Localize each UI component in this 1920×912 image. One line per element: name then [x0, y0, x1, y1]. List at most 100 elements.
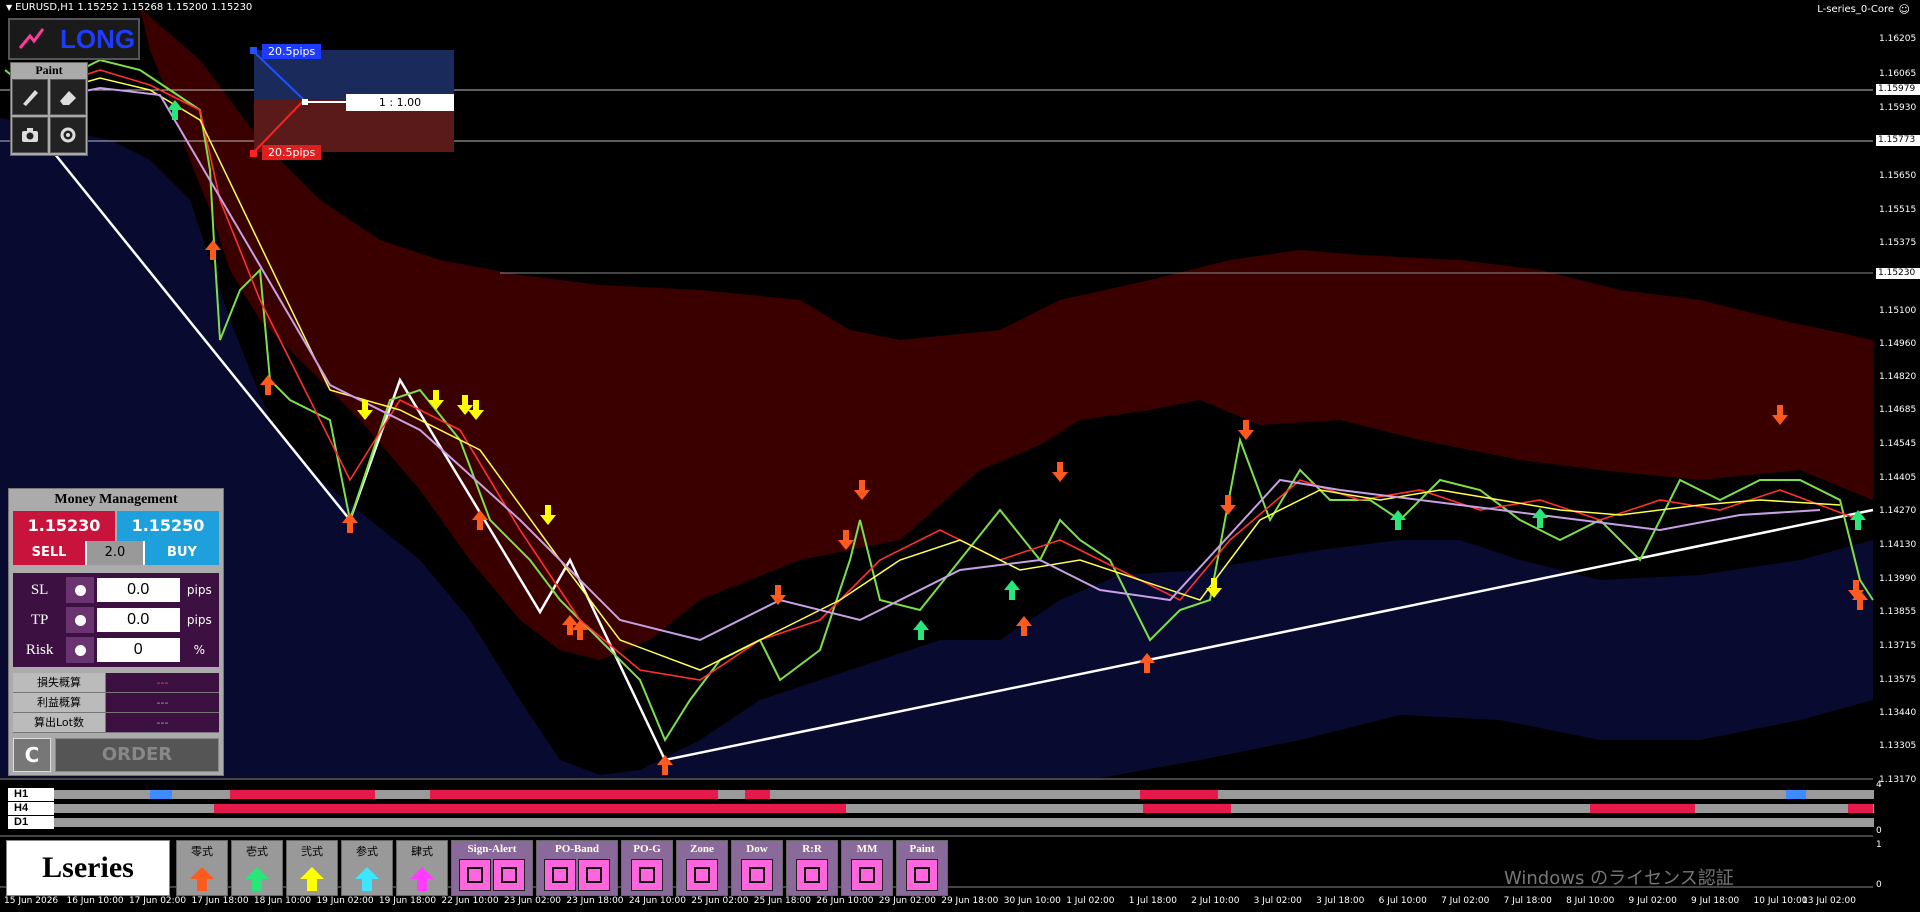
settings-icon[interactable] [50, 117, 86, 153]
tp-radio[interactable] [66, 607, 94, 633]
price-line-label: 1.15773 [1876, 135, 1920, 146]
tool-button-dow[interactable]: Dow [731, 840, 783, 896]
flag-band-icon [544, 859, 576, 891]
time-tick-label: 8 Jul 10:00 [1566, 896, 1615, 906]
subwindow2-max: 1 [1876, 840, 1882, 850]
mm-inputs: SL 0.0 pips TP 0.0 pips Risk 0 % [13, 573, 219, 667]
time-tick-label: 16 Jun 10:00 [66, 896, 124, 906]
pencil-icon[interactable] [12, 79, 48, 115]
tool-button-zone[interactable]: Zone [676, 840, 728, 896]
tool-button-po-band[interactable]: PO-Band [536, 840, 618, 896]
time-tick-label: 9 Jul 02:00 [1628, 896, 1677, 906]
tool-button-r-r[interactable]: R:R [786, 840, 838, 896]
sl-radio[interactable] [66, 577, 94, 603]
price-axis[interactable]: 1.162051.160651.159301.157901.156501.155… [1873, 0, 1920, 912]
green-arrow-icon [243, 865, 271, 897]
risk-input[interactable]: 0 [96, 638, 180, 662]
symbol-info: ▼ EURUSD,H1 1.15252 1.15268 1.15200 1.152… [6, 2, 253, 13]
tp-input[interactable]: 0.0 [96, 608, 180, 632]
price-tick-label: 1.14960 [1879, 339, 1917, 349]
price-tick-label: 1.13305 [1879, 741, 1917, 751]
sl-row: SL 0.0 pips [13, 575, 219, 605]
time-tick-label: 3 Jul 18:00 [1316, 896, 1365, 906]
time-tick-label: 1 Jul 02:00 [1066, 896, 1115, 906]
camera-icon[interactable] [12, 117, 48, 153]
long-label: LONG [60, 23, 136, 54]
signal-button-2[interactable]: 弐式 [286, 840, 338, 896]
time-tick-label: 24 Jun 10:00 [628, 896, 686, 906]
time-tick-label: 18 Jun 10:00 [253, 896, 312, 906]
paint-panel: Paint [10, 62, 88, 156]
clear-button[interactable]: C [13, 738, 51, 772]
risk-unit: % [193, 643, 205, 657]
tf-label-h4: H4 [8, 802, 54, 815]
indicator-name: L-series_0-Core [1817, 4, 1894, 15]
shield-icon [851, 859, 883, 891]
balance-icon [796, 859, 828, 891]
price-chart[interactable] [0, 0, 1920, 912]
lot-size-field[interactable]: 2.0 [85, 541, 145, 565]
profit-estimate-row: 利益概算 --- [13, 693, 219, 713]
dropdown-triangle-icon[interactable]: ▼ [6, 3, 12, 12]
time-tick-label: 22 Jun 10:00 [441, 896, 499, 906]
bid-price: 1.15230 [13, 511, 115, 541]
time-tick-label: 19 Jun 18:00 [378, 896, 437, 906]
eraser-icon[interactable] [50, 79, 86, 115]
sl-input[interactable]: 0.0 [96, 578, 180, 602]
time-tick-label: 19 Jun 02:00 [316, 896, 374, 906]
price-tick-label: 1.14405 [1879, 473, 1917, 483]
time-tick-label: 2 Jul 10:00 [1191, 896, 1240, 906]
price-tick-label: 1.13575 [1879, 675, 1917, 685]
time-tick-label: 17 Jun 18:00 [191, 896, 249, 906]
tf-label-d1: D1 [8, 816, 54, 829]
trend-up-icon [18, 28, 45, 49]
time-tick-label: 29 Jun 18:00 [941, 896, 999, 906]
calculator-icon [459, 859, 491, 891]
bottom-toolbar: Lseries 零式 壱式 弐式 参式 肆式 Sign-Alert PO-Band PO-G… [6, 840, 951, 896]
signal-button-4[interactable]: 肆式 [396, 840, 448, 896]
subwindow-min: 0 [1876, 826, 1882, 836]
time-tick-label: 25 Jun 02:00 [691, 896, 749, 906]
signal-button-3[interactable]: 参式 [341, 840, 393, 896]
price-tick-label: 1.13855 [1879, 607, 1917, 617]
tool-button-mm[interactable]: MM [841, 840, 893, 896]
sl-unit: pips [186, 583, 212, 597]
time-tick-label: 23 Jun 18:00 [566, 896, 624, 906]
sl-label: SL [30, 581, 49, 598]
time-tick-label: 13 Jul 02:00 [1802, 896, 1856, 906]
time-tick-label: 23 Jun 02:00 [503, 896, 562, 906]
long-indicator[interactable]: LONG [8, 18, 140, 60]
tp-label: TP [30, 611, 49, 628]
magenta-arrow-icon [408, 865, 436, 897]
risk-radio[interactable] [66, 637, 94, 663]
time-tick-label: 17 Jun 02:00 [128, 896, 187, 906]
tool-button-po-g[interactable]: PO-G [621, 840, 673, 896]
loss-estimate-row: 損失概算 --- [13, 673, 219, 693]
smiley-icon[interactable]: ☺ [1899, 3, 1910, 16]
price-tick-label: 1.13990 [1879, 574, 1917, 584]
buy-button[interactable]: BUY [145, 541, 219, 565]
yellow-arrow-icon [298, 865, 326, 897]
signal-button-0[interactable]: 零式 [176, 840, 228, 896]
price-tick-label: 1.15930 [1879, 103, 1917, 113]
tool-button-sign-alert[interactable]: Sign-Alert [451, 840, 533, 896]
order-button[interactable]: ORDER [55, 738, 219, 772]
windows-activation-watermark: Windows のライセンス認証 [1504, 868, 1734, 889]
signal-button-1[interactable]: 壱式 [231, 840, 283, 896]
price-tick-label: 1.13715 [1879, 641, 1917, 651]
price-tick-label: 1.13440 [1879, 708, 1917, 718]
time-tick-label: 6 Jul 10:00 [1378, 896, 1427, 906]
cyan-arrow-icon [353, 865, 381, 897]
time-tick-label: 7 Jul 02:00 [1441, 896, 1490, 906]
tf-label-h1: H1 [8, 788, 54, 801]
dow-icon [741, 859, 773, 891]
price-tick-label: 1.14820 [1879, 372, 1917, 382]
tool-button-paint[interactable]: Paint [896, 840, 948, 896]
risk-reward-ratio[interactable]: 1 : 1.00 [346, 94, 454, 111]
price-tick-label: 1.15375 [1879, 238, 1917, 248]
price-line-label: 1.15230 [1876, 268, 1920, 279]
price-tick-label: 1.15100 [1879, 306, 1917, 316]
time-tick-label: 1 Jul 18:00 [1128, 896, 1177, 906]
mm-stats: 損失概算 --- 利益概算 --- 算出Lot数 --- [13, 673, 219, 733]
sell-button[interactable]: SELL [13, 541, 85, 565]
